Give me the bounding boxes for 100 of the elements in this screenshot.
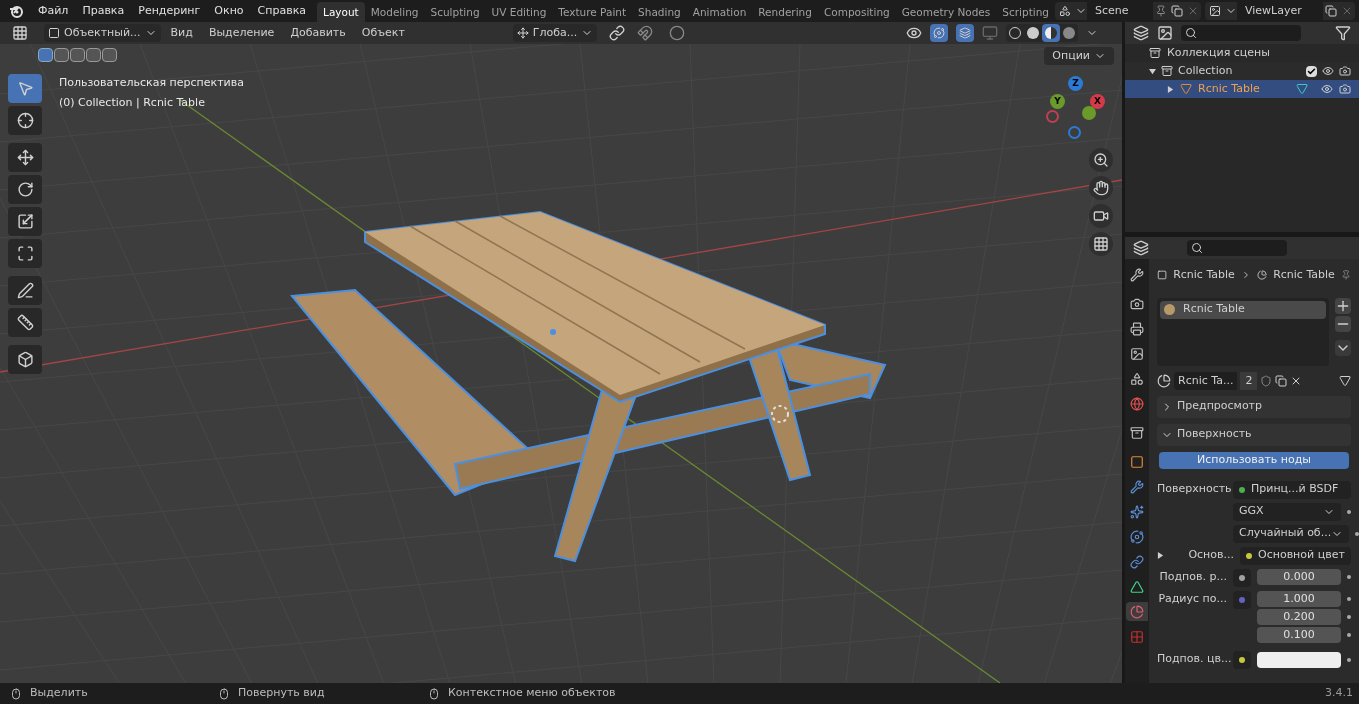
scene-selector[interactable]: Scene: [1055, 2, 1201, 20]
copy-icon[interactable]: [1275, 374, 1288, 387]
view-layer-selector[interactable]: ViewLayer: [1205, 2, 1355, 20]
add-icon[interactable]: [1335, 297, 1351, 314]
select-mode-icon[interactable]: [38, 48, 53, 62]
select-mode-icon[interactable]: [54, 48, 69, 62]
menu-item[interactable]: Рендеринг: [131, 2, 208, 20]
workspace-tab[interactable]: Layout: [317, 2, 365, 22]
menu-item[interactable]: Справка: [250, 2, 314, 20]
link-icon: [1130, 554, 1144, 569]
dropdown[interactable]: GGX: [1233, 502, 1341, 521]
shading-button[interactable]: [1042, 24, 1060, 42]
tool-button[interactable]: [8, 239, 42, 268]
number-field[interactable]: 0.100: [1257, 626, 1341, 643]
mesh-icon[interactable]: [1295, 83, 1308, 95]
tool-button[interactable]: [8, 276, 42, 305]
number-field[interactable]: 1.000: [1257, 590, 1341, 607]
use-nodes-button[interactable]: Использовать ноды: [1159, 451, 1349, 469]
menu-item[interactable]: Выделение: [202, 24, 281, 42]
editor-type-icon[interactable]: [1133, 240, 1149, 256]
chevron-icon[interactable]: [1335, 339, 1351, 356]
tool-button[interactable]: [8, 308, 42, 337]
menu-item[interactable]: Окно: [207, 2, 251, 20]
copy-icon[interactable]: [1171, 5, 1183, 17]
workspace-tab[interactable]: UV Editing: [485, 2, 553, 22]
menu-item[interactable]: Файл: [31, 2, 76, 20]
link-icon[interactable]: [609, 25, 626, 41]
search-field[interactable]: [1187, 240, 1287, 256]
eye-icon[interactable]: [1321, 83, 1333, 95]
gizmo-toggle[interactable]: [930, 24, 948, 42]
tool-button[interactable]: [8, 345, 42, 374]
image-icon[interactable]: [1157, 25, 1173, 41]
number-field[interactable]: 0.000: [1257, 568, 1341, 585]
menu-item[interactable]: Объект: [355, 24, 411, 42]
editor-type-icon[interactable]: [1133, 25, 1149, 41]
mode-dropdown[interactable]: Объектный...: [44, 24, 161, 42]
menu-item[interactable]: Вид: [164, 24, 199, 42]
panel-header[interactable]: Предпросмотр: [1157, 395, 1351, 418]
view-layer-field[interactable]: ViewLayer: [1237, 2, 1323, 20]
copy-icon[interactable]: [1325, 5, 1337, 17]
tool-button[interactable]: [8, 143, 42, 172]
wrench-icon: [1130, 267, 1144, 282]
user-count[interactable]: 2: [1240, 371, 1258, 390]
workspace-tab[interactable]: Sculpting: [424, 2, 486, 22]
workspace-tab[interactable]: Animation: [686, 2, 753, 22]
number-field[interactable]: 0.200: [1257, 608, 1341, 625]
archive-icon: [1161, 65, 1173, 77]
outliner-row[interactable]: Rcnic Table: [1125, 80, 1359, 98]
workspace-tab[interactable]: Compositing: [817, 2, 896, 22]
workspace-tab[interactable]: Rendering: [752, 2, 818, 22]
pin-icon[interactable]: [1340, 269, 1351, 282]
camera-icon[interactable]: [1339, 65, 1351, 77]
color-swatch[interactable]: [1257, 651, 1341, 668]
remove-icon[interactable]: [1335, 315, 1351, 332]
expand-arrow-icon[interactable]: [1157, 552, 1164, 559]
options-dropdown[interactable]: Опции: [1044, 47, 1114, 65]
outliner-row[interactable]: Коллекция сцены: [1125, 44, 1359, 62]
pin-icon[interactable]: [1155, 5, 1167, 17]
magnet-icon[interactable]: [637, 25, 654, 41]
app-logo-icon[interactable]: [9, 4, 23, 18]
filter-icon[interactable]: [1335, 25, 1351, 41]
editor-type-icon[interactable]: [12, 25, 28, 41]
workspace-tab[interactable]: Geometry Nodes: [895, 2, 997, 22]
slot-label: Rcnic Table: [1183, 301, 1245, 318]
material-name-field[interactable]: Rcnic Ta...: [1174, 371, 1238, 390]
search-field[interactable]: [1181, 25, 1301, 41]
tool-button[interactable]: [8, 207, 42, 236]
circle-icon[interactable]: [669, 25, 686, 41]
tool-button[interactable]: [8, 175, 42, 204]
menu-item[interactable]: Правка: [75, 2, 132, 20]
checkbox[interactable]: [1306, 65, 1317, 77]
collapse-arrow-icon[interactable]: [1149, 67, 1156, 75]
select-mode-icon[interactable]: [102, 48, 117, 62]
link-field[interactable]: Основной цвет: [1240, 546, 1351, 565]
axis-handle[interactable]: [1046, 110, 1059, 123]
dropdown[interactable]: Случайный об...: [1233, 524, 1350, 543]
orientation-dropdown[interactable]: Глоба...: [512, 24, 598, 42]
material-slot[interactable]: Rcnic Table: [1160, 300, 1326, 319]
triangle-icon[interactable]: [1339, 374, 1351, 387]
check-icon: [1307, 66, 1316, 76]
eye-icon[interactable]: [1322, 65, 1334, 77]
overlay-toggle[interactable]: [956, 24, 974, 42]
scene-field[interactable]: Scene: [1087, 2, 1153, 20]
select-mode-icon[interactable]: [86, 48, 101, 62]
link-field[interactable]: Принц...й BSDF: [1233, 480, 1351, 499]
menu-item[interactable]: Добавить: [284, 24, 352, 42]
tool-button[interactable]: [8, 106, 42, 135]
workspace-tab[interactable]: Scripting: [996, 2, 1055, 22]
workspace-tab[interactable]: Modeling: [364, 2, 425, 22]
workspace-tab[interactable]: Texture Paint: [552, 2, 633, 22]
pie-icon[interactable]: [1157, 373, 1171, 388]
eye-icon[interactable]: [906, 25, 922, 41]
select-mode-icon[interactable]: [70, 48, 85, 62]
panel-header[interactable]: Поверхность: [1157, 423, 1351, 446]
field-value: Основной цвет: [1258, 547, 1345, 564]
workspace-tab[interactable]: Shading: [632, 2, 687, 22]
shield-icon[interactable]: [1260, 374, 1273, 387]
camera-icon[interactable]: [1339, 83, 1351, 95]
expand-arrow-icon[interactable]: [1167, 85, 1174, 93]
axis-handle[interactable]: [1068, 126, 1081, 139]
